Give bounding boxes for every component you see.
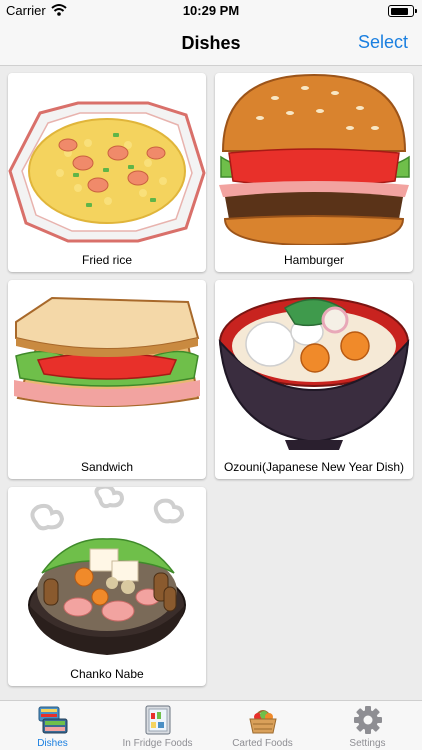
fridge-icon <box>145 705 171 735</box>
dish-grid: Fried rice Hamburger Sandwich Ozouni(Jap… <box>0 66 422 700</box>
sandwich-illustration <box>14 296 200 407</box>
dish-card-fried-rice[interactable]: Fried rice <box>8 73 206 272</box>
dish-card-ozouni[interactable]: Ozouni(Japanese New Year Dish) <box>215 280 413 479</box>
dish-name: Hamburger <box>283 253 345 267</box>
tab-dishes[interactable]: Dishes <box>0 701 105 750</box>
fried-rice-illustration <box>8 101 206 243</box>
select-button[interactable]: Select <box>358 32 408 53</box>
dish-name: Ozouni(Japanese New Year Dish) <box>223 460 405 474</box>
tab-label: Carted Foods <box>232 738 293 749</box>
tab-carted-foods[interactable]: Carted Foods <box>210 701 315 750</box>
tab-label: Dishes <box>37 738 68 749</box>
dish-name: Fried rice <box>81 253 132 267</box>
hamburger-illustration <box>219 73 410 245</box>
tab-in-fridge-foods[interactable]: In Fridge Foods <box>105 701 210 750</box>
tab-settings[interactable]: Settings <box>315 701 420 750</box>
dish-card-hamburger[interactable]: Hamburger <box>215 73 413 272</box>
gear-icon <box>354 706 382 734</box>
basket-icon <box>249 710 277 734</box>
dish-name: Chanko Nabe <box>70 667 144 681</box>
dish-name: Sandwich <box>80 460 134 474</box>
dish-card-sandwich[interactable]: Sandwich <box>8 280 206 479</box>
dish-card-chanko-nabe[interactable]: Chanko Nabe <box>8 487 206 686</box>
dishes-icon <box>38 706 68 734</box>
ozouni-soup-illustration <box>218 297 410 450</box>
tab-label: In Fridge Foods <box>122 738 193 749</box>
hot-pot-illustration <box>28 487 186 655</box>
tab-label: Settings <box>349 738 386 749</box>
battery-icon <box>388 5 417 17</box>
status-bar: Carrier 10:29 PM <box>0 0 422 22</box>
navigation-bar: Dishes Select <box>0 22 422 66</box>
status-time: 10:29 PM <box>182 3 240 18</box>
tab-bar: Dishes In Fridge Foods Carted Foods Sett… <box>0 700 422 750</box>
